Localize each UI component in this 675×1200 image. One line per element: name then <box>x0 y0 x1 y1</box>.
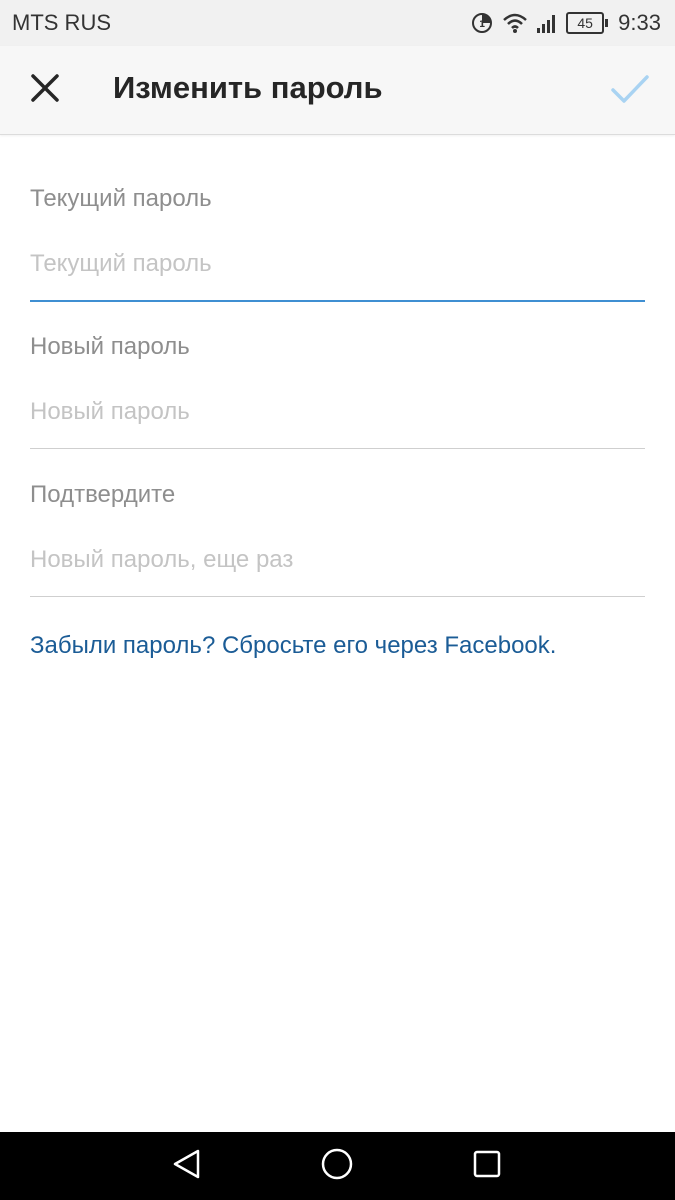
confirm-password-field: Подтвердите <box>30 480 645 597</box>
page-title: Изменить пароль <box>113 70 383 105</box>
recents-icon <box>470 1147 504 1186</box>
status-bar: MTS RUS 1 45 9:33 <box>0 0 675 46</box>
new-password-label: Новый пароль <box>30 333 190 360</box>
toolbar: Изменить пароль <box>0 46 675 135</box>
new-password-underline <box>30 448 645 449</box>
recents-button[interactable] <box>467 1146 507 1186</box>
confirm-password-label: Подтвердите <box>30 481 176 508</box>
home-button[interactable] <box>317 1146 357 1186</box>
current-password-label: Текущий пароль <box>30 185 212 212</box>
data-saver-icon: 1 <box>470 11 494 35</box>
close-button[interactable] <box>22 67 68 113</box>
checkmark-icon <box>611 74 649 109</box>
battery-icon: 45 <box>566 12 609 34</box>
confirm-password-underline <box>30 596 645 597</box>
status-time: 9:33 <box>618 10 661 35</box>
current-password-field: Текущий пароль <box>30 184 645 302</box>
navigation-bar <box>0 1132 675 1200</box>
back-button[interactable] <box>167 1146 207 1186</box>
current-password-underline <box>30 300 645 302</box>
back-icon <box>170 1147 204 1186</box>
wifi-icon <box>502 12 528 34</box>
close-icon <box>30 73 60 108</box>
battery-level: 45 <box>566 12 605 34</box>
forgot-password-link[interactable]: Забыли пароль? Сбросьте его через Facebo… <box>30 632 556 660</box>
current-password-input[interactable] <box>30 246 645 282</box>
home-icon <box>320 1147 354 1186</box>
svg-text:1: 1 <box>479 20 485 30</box>
battery-tip <box>605 19 609 27</box>
confirm-password-input[interactable] <box>30 542 645 578</box>
status-icons: 1 45 9:33 <box>470 8 661 38</box>
signal-icon <box>536 12 558 34</box>
new-password-field: Новый пароль <box>30 332 645 449</box>
carrier-name: MTS RUS <box>12 10 111 35</box>
new-password-input[interactable] <box>30 394 645 430</box>
confirm-button[interactable] <box>607 68 653 114</box>
